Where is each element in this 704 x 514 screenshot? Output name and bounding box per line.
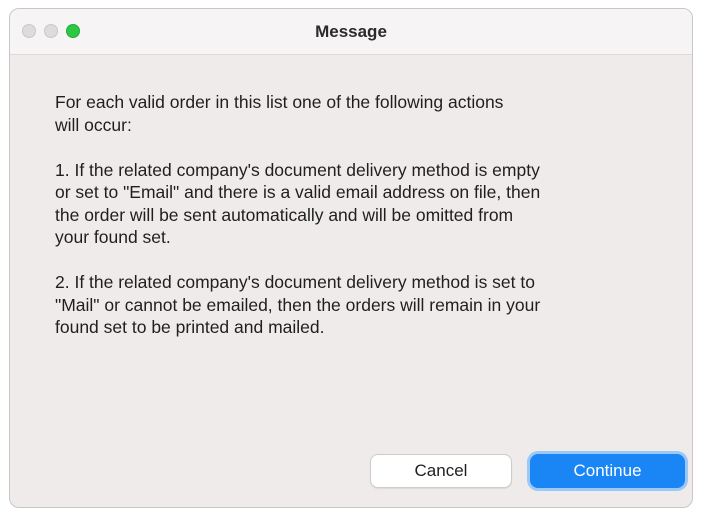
message-body: For each valid order in this list one of… (55, 91, 675, 339)
cancel-button[interactable]: Cancel (370, 454, 512, 488)
dialog-title: Message (315, 22, 387, 41)
title-bar: Message (10, 9, 692, 55)
message-intro: For each valid order in this list one of… (55, 92, 504, 135)
continue-button[interactable]: Continue (530, 454, 685, 488)
message-dialog: Message For each valid order in this lis… (9, 8, 693, 508)
message-rule-2: 2. If the related company's document del… (55, 272, 541, 337)
message-rule-1: 1. If the related company's document del… (55, 159, 541, 248)
